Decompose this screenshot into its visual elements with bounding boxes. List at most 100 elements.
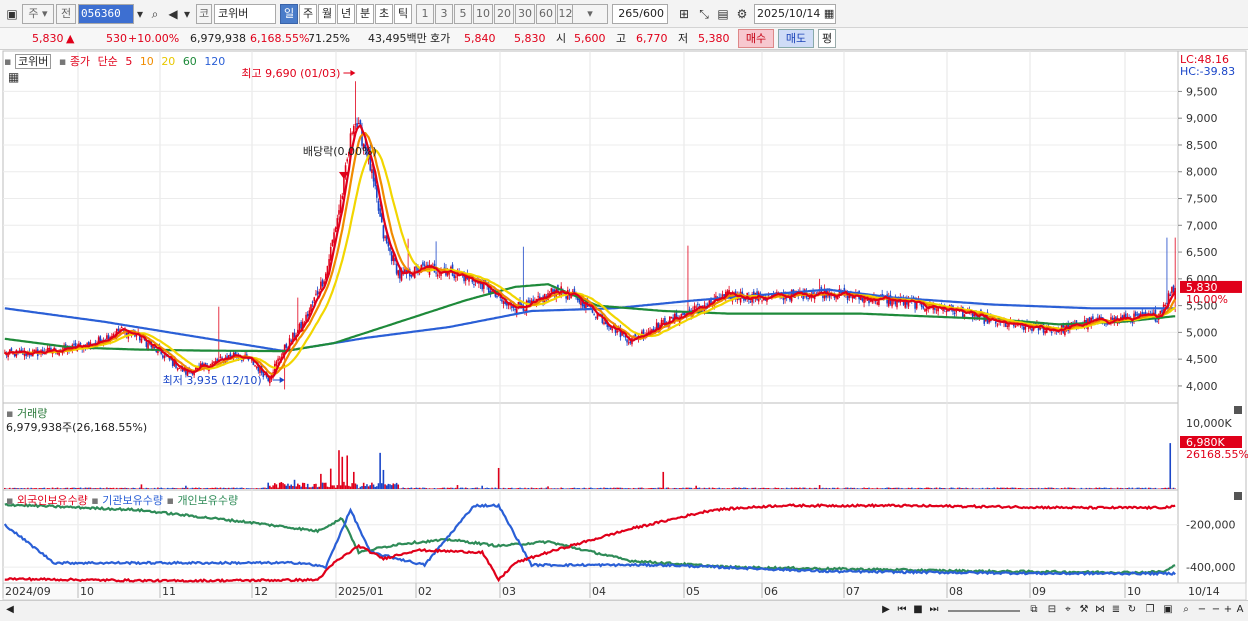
volume-bar: [435, 488, 437, 489]
scroll-left-icon[interactable]: ◀: [2, 602, 18, 618]
volume-bar: [576, 488, 579, 489]
candle-body: [611, 328, 614, 331]
candle-body: [320, 281, 322, 290]
volume-bar: [721, 488, 724, 489]
volume-bar: [376, 486, 378, 489]
volume-bar: [94, 488, 97, 489]
volume-bar: [1054, 488, 1056, 489]
copy-icon[interactable]: ❐: [1142, 602, 1158, 618]
volume-bar: [751, 487, 753, 489]
volume-bar: [917, 487, 920, 489]
volume-bar: [609, 487, 612, 489]
volume-bar: [229, 488, 232, 489]
volume-bar: [738, 487, 740, 489]
volume-bar: [808, 487, 811, 489]
holding-legend: ▪ 외국인보유수량 ▪ 기관보유수량 ▪ 개인보유수량: [6, 494, 239, 507]
volume-bar: [474, 487, 477, 489]
volume-bar: [143, 488, 146, 489]
rewind-icon[interactable]: ⏮: [894, 602, 910, 618]
volume-bar: [40, 488, 42, 489]
volume-bar: [1009, 487, 1012, 489]
font-size-icon[interactable]: A: [1232, 602, 1248, 618]
volume-bar: [162, 488, 164, 489]
table-icon[interactable]: ▦: [8, 70, 19, 84]
volume-bar: [613, 487, 615, 489]
pattern-icon[interactable]: ⋈: [1092, 602, 1108, 618]
volume-bar: [504, 488, 507, 489]
volume-bar: [290, 484, 293, 489]
volume-bar: [418, 487, 421, 489]
volume-bar: [1161, 488, 1163, 489]
candle-body: [346, 159, 349, 162]
volume-bar: [571, 487, 574, 489]
stock-chart[interactable]: 9,5009,0008,5008,0007,5007,0006,5006,000…: [0, 0, 1248, 600]
volume-bar: [911, 487, 913, 489]
volume-bar: [777, 487, 780, 489]
volume-bar: [372, 484, 375, 489]
layout-icon[interactable]: ⧉: [1026, 602, 1042, 618]
zoom-slider[interactable]: [948, 602, 1020, 612]
candle-body: [1156, 320, 1158, 322]
volume-bar: [12, 487, 14, 489]
volume-bar: [158, 488, 161, 489]
volume-bar: [1148, 487, 1150, 489]
legend-institution: 기관보유수량: [102, 494, 163, 507]
volume-bar: [83, 488, 85, 489]
volume-bar: [866, 487, 869, 489]
volume-bar: [703, 487, 706, 489]
volume-bar: [1052, 487, 1055, 489]
crosshair-icon[interactable]: ⌖: [1060, 602, 1076, 618]
volume-bar: [362, 482, 365, 489]
pct-badge: 10.00%: [1186, 293, 1228, 306]
volume-bar: [124, 487, 126, 489]
volume-bar: [836, 487, 839, 489]
x-axis-label: 06: [764, 585, 778, 598]
volume-bar: [255, 488, 258, 489]
volume-bar: [940, 487, 943, 489]
volume-bar: [160, 487, 162, 489]
scroll-right-icon[interactable]: ▶: [878, 602, 894, 618]
volume-bar: [165, 488, 167, 489]
candle-body: [298, 323, 301, 332]
indicator-icon[interactable]: ≣: [1108, 602, 1124, 618]
volume-bar: [988, 488, 990, 489]
volume-bar: [117, 488, 120, 489]
volume-ratio-badge: 26168.55%: [1186, 448, 1248, 461]
volume-bar: [224, 488, 227, 489]
price-tick-label: 7,500: [1186, 193, 1218, 206]
volume-bar: [273, 483, 276, 489]
volume-bar: [1050, 487, 1053, 489]
volume-bar: [278, 482, 281, 489]
zoom-icon[interactable]: ⌕: [1178, 602, 1194, 618]
price-tick-label: 8,000: [1186, 166, 1218, 179]
volume-bar: [63, 488, 65, 489]
volume-bar: [459, 487, 462, 489]
volume-bar: [101, 488, 103, 489]
volume-bar: [596, 488, 599, 489]
volume-bar: [894, 487, 897, 489]
volume-bar: [115, 487, 118, 489]
volume-bar: [938, 487, 941, 489]
volume-bar: [568, 488, 571, 489]
holding-tick-label: -400,000: [1186, 561, 1235, 574]
volume-bar: [1041, 488, 1043, 489]
volume-bar: [590, 487, 592, 489]
volume-bar: [785, 487, 788, 489]
volume-bar: [328, 487, 330, 489]
volume-bar: [864, 488, 867, 489]
stop-icon[interactable]: ■: [910, 602, 926, 618]
volume-bar: [835, 488, 837, 489]
refresh-icon[interactable]: ↻: [1124, 602, 1140, 618]
fast-forward-icon[interactable]: ⏭: [926, 602, 942, 618]
tool-icon[interactable]: ⚒: [1076, 602, 1092, 618]
volume-subtitle: 6,979,938주(26,168.55%): [6, 421, 148, 434]
image-icon[interactable]: ▣: [1160, 602, 1176, 618]
volume-bar: [636, 488, 638, 489]
candle-body: [410, 274, 413, 277]
candle-body: [162, 355, 164, 358]
candle-body: [550, 288, 553, 292]
split-icon[interactable]: ⊟: [1044, 602, 1060, 618]
volume-bar: [962, 488, 964, 489]
x-axis-label: 12: [254, 585, 268, 598]
legend-close-label: 종가: [69, 55, 91, 68]
